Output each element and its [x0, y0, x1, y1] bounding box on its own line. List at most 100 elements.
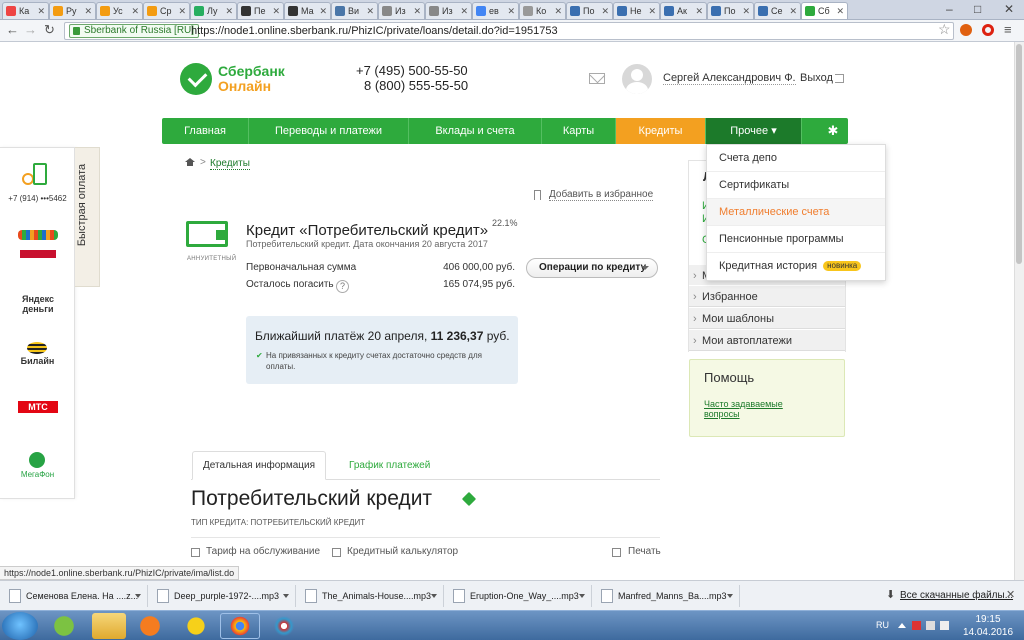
faq-link[interactable]: Часто задаваемые вопросы: [704, 399, 794, 419]
browser-tab[interactable]: Не ✕: [613, 2, 660, 19]
quick-pay-label[interactable]: Быстрая оплата: [76, 140, 88, 270]
browser-tab[interactable]: Ус ✕: [96, 2, 143, 19]
close-tab-icon[interactable]: ✕: [554, 3, 562, 19]
bookmark-star-icon[interactable]: ☆: [938, 21, 951, 38]
browser-tab[interactable]: Пе ✕: [237, 2, 284, 19]
utorrent-icon[interactable]: [44, 613, 84, 639]
download-item[interactable]: Deep_purple-1972-....mp3: [152, 585, 296, 607]
clock-time[interactable]: 19:15: [958, 614, 1018, 625]
browser-tab[interactable]: Ко ✕: [519, 2, 566, 19]
close-window-icon[interactable]: ✕: [1004, 0, 1014, 18]
menu-item-depo-accounts[interactable]: Счета депо: [707, 145, 885, 172]
close-tab-icon[interactable]: ✕: [789, 3, 797, 19]
avatar[interactable]: [622, 64, 652, 94]
nav-item-home[interactable]: Главная: [162, 118, 249, 144]
download-item[interactable]: Manfred_Manns_Ba....mp3: [596, 585, 740, 607]
nav-item-other[interactable]: Прочее ▾: [706, 118, 802, 144]
tray-arrow-icon[interactable]: [898, 623, 906, 628]
browser-tab[interactable]: Лу ✕: [190, 2, 237, 19]
tab-payment-schedule[interactable]: График платежей: [349, 460, 430, 471]
browser-tab[interactable]: Из ✕: [425, 2, 472, 19]
back-icon[interactable]: ←: [6, 22, 19, 37]
browser-tab[interactable]: ев ✕: [472, 2, 519, 19]
ev-certificate-badge[interactable]: Sberbank of Russia [RU]: [69, 24, 200, 38]
tray-network-icon[interactable]: [926, 621, 935, 630]
close-tab-icon[interactable]: ✕: [84, 3, 92, 19]
yandex-money-logo[interactable]: Яндекс деньги: [8, 294, 68, 314]
nav-item-cards[interactable]: Карты: [542, 118, 616, 144]
close-icon[interactable]: ✕: [1006, 588, 1015, 601]
browser-tab[interactable]: Ак ✕: [660, 2, 707, 19]
tray-volume-icon[interactable]: [940, 621, 949, 630]
credit-title[interactable]: Кредит «Потребительский кредит»: [246, 222, 488, 239]
print-link[interactable]: Печать: [628, 546, 661, 557]
reload-icon[interactable]: ↻: [44, 22, 55, 38]
opera-extension-icon[interactable]: [982, 24, 994, 36]
menu-item-certificates[interactable]: Сертификаты: [707, 172, 885, 199]
close-tab-icon[interactable]: ✕: [366, 3, 374, 19]
charity-people-icon[interactable]: [18, 230, 58, 240]
url-text[interactable]: https://node1.online.sberbank.ru/PhizIC/…: [191, 23, 558, 39]
browser-tab[interactable]: Се ✕: [754, 2, 801, 19]
firefox-icon[interactable]: [130, 613, 170, 639]
edit-pencil-icon[interactable]: [461, 491, 477, 507]
close-tab-icon[interactable]: ✕: [507, 3, 515, 19]
megafon-icon[interactable]: [29, 452, 45, 468]
megafon-logo[interactable]: МегаФон: [0, 470, 75, 479]
browser-tab[interactable]: Из ✕: [378, 2, 425, 19]
browser-tab[interactable]: Ка ✕: [2, 2, 49, 19]
chevron-down-icon[interactable]: [135, 594, 141, 598]
extension-icon[interactable]: [960, 24, 972, 36]
browser-tab[interactable]: Ру ✕: [49, 2, 96, 19]
maximize-icon[interactable]: □: [974, 0, 981, 18]
beeline-icon[interactable]: [27, 342, 47, 354]
chrome-icon[interactable]: [220, 613, 260, 639]
close-tab-icon[interactable]: ✕: [742, 3, 750, 19]
close-tab-icon[interactable]: ✕: [413, 3, 421, 19]
chevron-down-icon[interactable]: [431, 594, 437, 598]
nav-item-deposits[interactable]: Вклады и счета: [409, 118, 542, 144]
logout-link[interactable]: Выход: [800, 72, 833, 84]
nav-item-transfers[interactable]: Переводы и платежи: [249, 118, 409, 144]
clock-date[interactable]: 14.04.2016: [958, 627, 1018, 638]
close-tab-icon[interactable]: ✕: [37, 3, 45, 19]
close-tab-icon[interactable]: ✕: [131, 3, 139, 19]
sberbank-logo-icon[interactable]: [180, 63, 212, 95]
browser-tab[interactable]: Ср ✕: [143, 2, 190, 19]
browser-tab[interactable]: По ✕: [566, 2, 613, 19]
logo-text-line1[interactable]: Сбербанк: [218, 63, 285, 79]
mail-icon[interactable]: [589, 73, 605, 84]
logout-icon[interactable]: [835, 74, 844, 83]
sidebar-item-autopayments[interactable]: Мои автоплатежи: [689, 329, 845, 352]
mts-logo[interactable]: МТС: [18, 401, 58, 413]
download-item[interactable]: Eruption-One_Way_....mp3: [448, 585, 592, 607]
menu-icon[interactable]: ≡: [1004, 22, 1012, 37]
credit-operations-button[interactable]: Операции по кредиту: [526, 258, 658, 278]
menu-item-pension[interactable]: Пенсионные программы: [707, 226, 885, 253]
chevron-down-icon[interactable]: [727, 594, 733, 598]
close-tab-icon[interactable]: ✕: [836, 3, 844, 19]
nav-item-credits[interactable]: Кредиты: [616, 118, 706, 144]
close-tab-icon[interactable]: ✕: [272, 3, 280, 19]
close-tab-icon[interactable]: ✕: [695, 3, 703, 19]
close-tab-icon[interactable]: ✕: [225, 3, 233, 19]
username-link[interactable]: Сергей Александрович Ф.: [663, 72, 796, 85]
show-all-downloads-link[interactable]: Все скачанные файлы...: [886, 590, 1013, 601]
home-icon[interactable]: [185, 158, 195, 166]
add-to-favorites-link[interactable]: Добавить в избранное: [549, 189, 654, 201]
file-explorer-icon[interactable]: [92, 613, 126, 639]
browser-tab-active[interactable]: Сб ✕: [801, 2, 848, 19]
tariff-link[interactable]: Тариф на обслуживание: [206, 546, 320, 557]
picasa-icon[interactable]: [264, 613, 304, 639]
winamp-icon[interactable]: [176, 613, 216, 639]
browser-tab[interactable]: По ✕: [707, 2, 754, 19]
browser-tab[interactable]: Ма ✕: [284, 2, 331, 19]
phone-number-masked[interactable]: +7 (914) •••5462: [0, 194, 75, 203]
sidebar-item-templates[interactable]: Мои шаблоны: [689, 307, 845, 330]
chevron-down-icon[interactable]: [283, 594, 289, 598]
sidebar-item-favorites[interactable]: Избранное: [689, 285, 845, 308]
download-item[interactable]: Семенова Елена. На ....z...: [4, 585, 148, 607]
tray-flag-icon[interactable]: [912, 621, 921, 630]
url-input[interactable]: Sberbank of Russia [RU] https://node1.on…: [64, 22, 954, 40]
language-indicator[interactable]: RU: [876, 620, 889, 630]
